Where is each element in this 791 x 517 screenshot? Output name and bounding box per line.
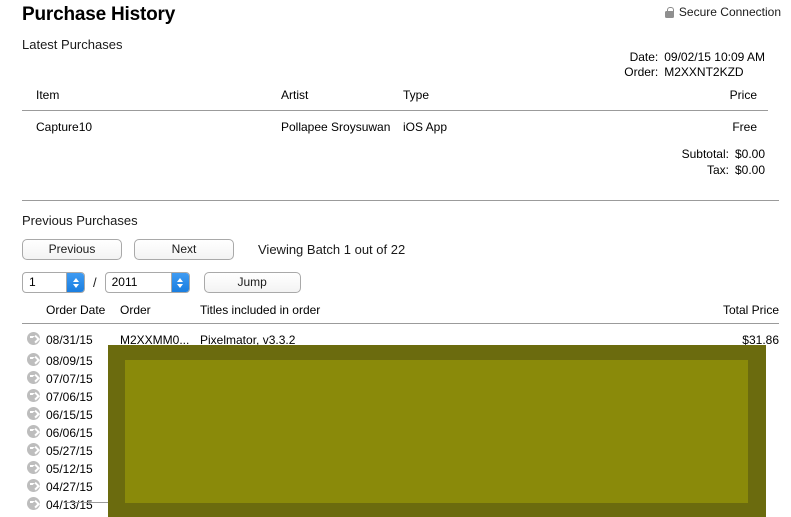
column-header-item: Item [36, 88, 60, 102]
order-totals: Subtotal: $0.00 Tax: $0.00 [682, 146, 765, 178]
table-header-rule [22, 323, 779, 324]
disclosure-arrow-icon[interactable] [22, 353, 46, 369]
column-header-order-date: Order Date [46, 303, 106, 317]
secure-connection-indicator: Secure Connection [664, 5, 781, 19]
table-header-row: Item Artist Type Price [22, 88, 768, 110]
table-row: Capture10 Pollapee Sroysuwan iOS App Fre… [22, 111, 768, 150]
subtotal-value: $0.00 [734, 147, 765, 161]
column-header-total-price: Total Price [722, 303, 779, 317]
cell-price: Free [732, 120, 757, 134]
order-number-value: M2XXNT2KZD [664, 65, 744, 79]
redaction-overlay-inner [125, 360, 748, 503]
column-header-titles: Titles included in order [200, 303, 321, 317]
disclosure-arrow-icon[interactable] [22, 443, 46, 459]
batch-status-label: Viewing Batch 1 out of 22 [258, 242, 406, 257]
latest-purchases-heading: Latest Purchases [22, 37, 123, 52]
order-meta: Date: 09/02/15 10:09 AM Order: M2XXNT2KZ… [624, 50, 765, 80]
jump-button[interactable]: Jump [203, 272, 301, 293]
disclosure-arrow-icon[interactable] [22, 332, 46, 348]
order-date-value: 09/02/15 10:09 AM [664, 50, 765, 64]
disclosure-arrow-icon[interactable] [22, 389, 46, 405]
disclosure-arrow-icon[interactable] [22, 425, 46, 441]
column-header-artist: Artist [281, 88, 309, 102]
column-header-type: Type [403, 88, 430, 102]
section-divider [22, 200, 779, 201]
batch-number-stepper[interactable]: 1 [22, 272, 85, 293]
column-header-order: Order [120, 303, 151, 317]
next-button[interactable]: Next [134, 239, 234, 260]
cell-type: iOS App [403, 120, 448, 134]
batch-number-value[interactable]: 1 [23, 273, 66, 292]
redaction-overlay [108, 345, 766, 517]
year-value[interactable]: 2011 [106, 273, 171, 292]
jump-controls: 1 / 2011 Jump [22, 272, 301, 293]
disclosure-arrow-icon[interactable] [22, 371, 46, 387]
cell-artist: Pollapee Sroysuwan [281, 120, 391, 134]
tax-value: $0.00 [734, 163, 765, 177]
batch-stepper-arrows-icon[interactable] [66, 273, 84, 292]
cell-item: Capture10 [36, 120, 93, 134]
tax-label: Tax: [706, 163, 729, 177]
secure-connection-label: Secure Connection [678, 5, 781, 19]
year-stepper[interactable]: 2011 [104, 272, 190, 293]
latest-purchases-table: Item Artist Type Price Capture10 Pollape… [22, 88, 768, 150]
previous-purchases-heading: Previous Purchases [22, 213, 138, 228]
order-number-label: Order: [624, 65, 659, 79]
disclosure-arrow-icon[interactable] [22, 461, 46, 477]
disclosure-arrow-icon[interactable] [22, 407, 46, 423]
order-date-label: Date: [629, 50, 659, 64]
page-title: Purchase History [22, 4, 176, 25]
year-stepper-arrows-icon[interactable] [170, 273, 189, 292]
disclosure-arrow-icon[interactable] [22, 479, 46, 495]
subtotal-label: Subtotal: [681, 147, 729, 161]
column-header-price: Price [729, 88, 757, 102]
table-header-row: Order Date Order Titles included in orde… [22, 303, 779, 323]
previous-button[interactable]: Previous [22, 239, 122, 260]
disclosure-arrow-icon[interactable] [22, 497, 46, 513]
lock-icon [664, 6, 674, 18]
pager-controls: Previous Next Viewing Batch 1 out of 22 [22, 239, 405, 260]
jump-separator: / [93, 275, 97, 290]
